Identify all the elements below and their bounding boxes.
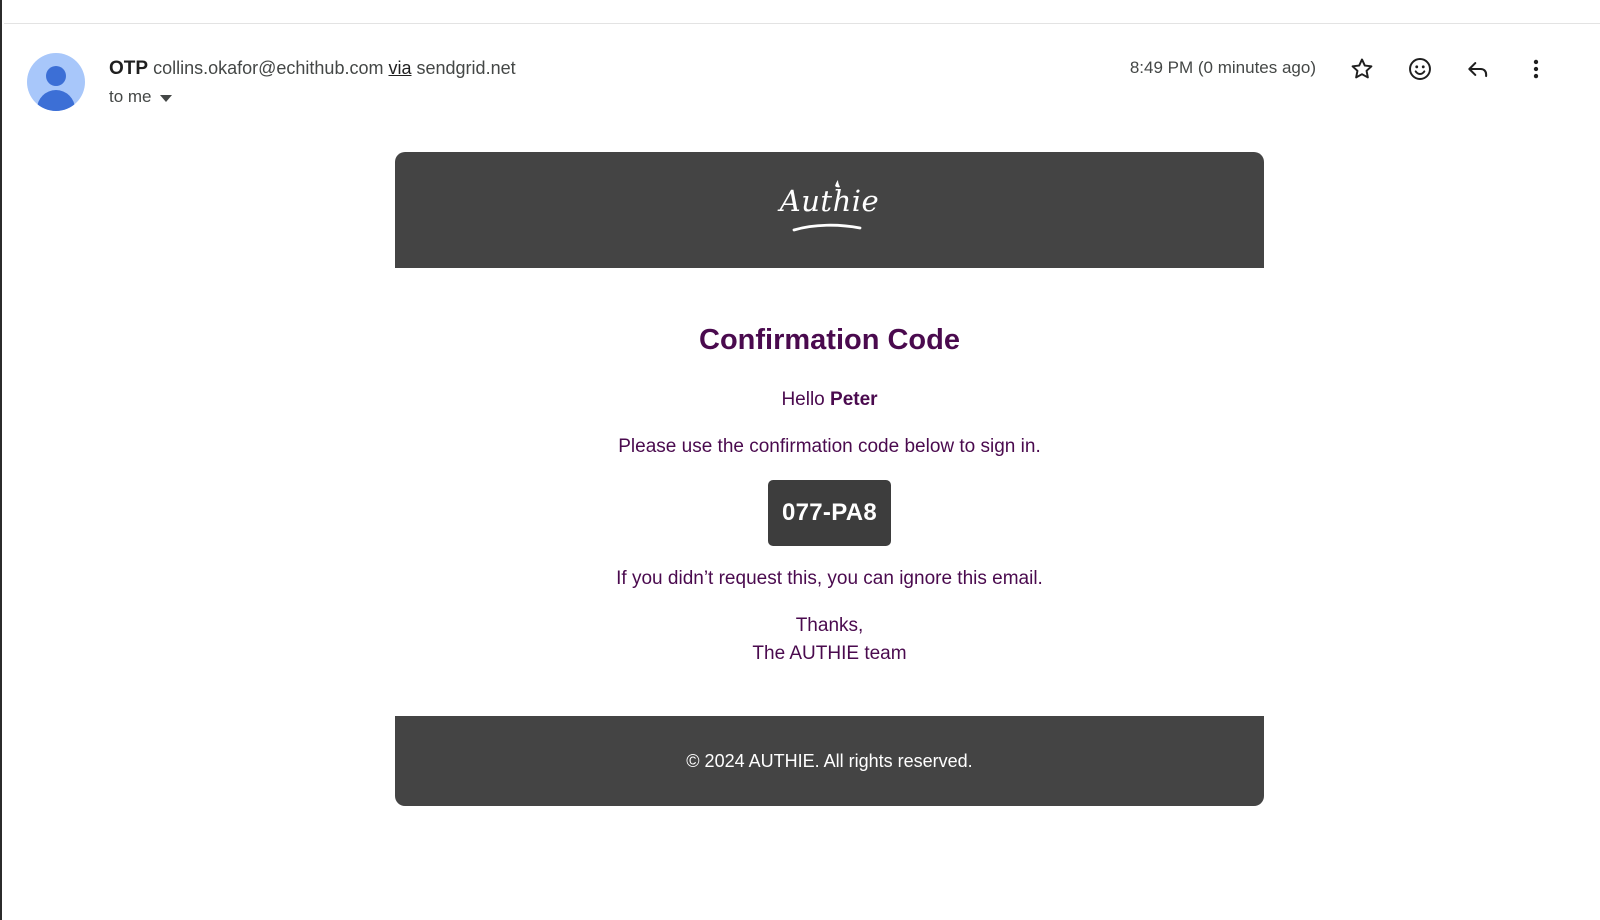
- email-view: OTP collins.okafor@echithub.com via send…: [0, 0, 1600, 920]
- message-timestamp: 8:49 PM (0 minutes ago): [1129, 58, 1316, 77]
- signature-text: The AUTHIE team: [752, 643, 907, 664]
- copyright-text: © 2024 AUTHIE. All rights reserved.: [686, 750, 973, 771]
- via-domain: sendgrid.net: [416, 58, 516, 78]
- more-options-icon: [1533, 59, 1539, 79]
- instruction-text: Please use the confirmation code below t…: [618, 436, 1041, 457]
- greeting-prefix: Hello: [781, 389, 825, 410]
- ignore-notice: If you didn’t request this, you can igno…: [616, 568, 1043, 589]
- greeting: Hello Peter: [395, 386, 1264, 414]
- confirmation-code[interactable]: 077-PA8: [768, 480, 891, 546]
- logo-swoosh-icon: [792, 180, 861, 232]
- avatar-body-shape: [37, 90, 75, 111]
- sender-name[interactable]: OTP: [109, 58, 148, 79]
- chevron-down-icon[interactable]: [159, 94, 172, 102]
- reply-button[interactable]: [1462, 53, 1494, 85]
- divider: [4, 23, 1600, 24]
- email-banner: Authie: [395, 152, 1264, 268]
- emoji-reaction-button[interactable]: [1404, 53, 1436, 85]
- via-link[interactable]: via: [388, 58, 411, 78]
- recipient-label: to me: [109, 87, 152, 106]
- closing-text: Thanks,: [795, 615, 864, 636]
- sender-email[interactable]: collins.okafor@echithub.com: [153, 58, 383, 78]
- sender-avatar[interactable]: [27, 53, 85, 111]
- star-icon: [1351, 58, 1373, 79]
- email-title: Confirmation Code: [699, 324, 960, 356]
- emoji-reaction-icon: [1409, 58, 1431, 80]
- recipient-details-toggle[interactable]: to me: [109, 86, 172, 108]
- sender-info: OTP collins.okafor@echithub.com via send…: [109, 56, 516, 80]
- star-button[interactable]: [1346, 53, 1378, 85]
- avatar-head-shape: [46, 66, 66, 86]
- greeting-name: Peter: [830, 389, 878, 410]
- authie-logo: Authie: [775, 178, 885, 242]
- more-options-button[interactable]: [1520, 53, 1552, 85]
- email-footer: © 2024 AUTHIE. All rights reserved.: [395, 716, 1264, 806]
- reply-icon: [1468, 62, 1488, 78]
